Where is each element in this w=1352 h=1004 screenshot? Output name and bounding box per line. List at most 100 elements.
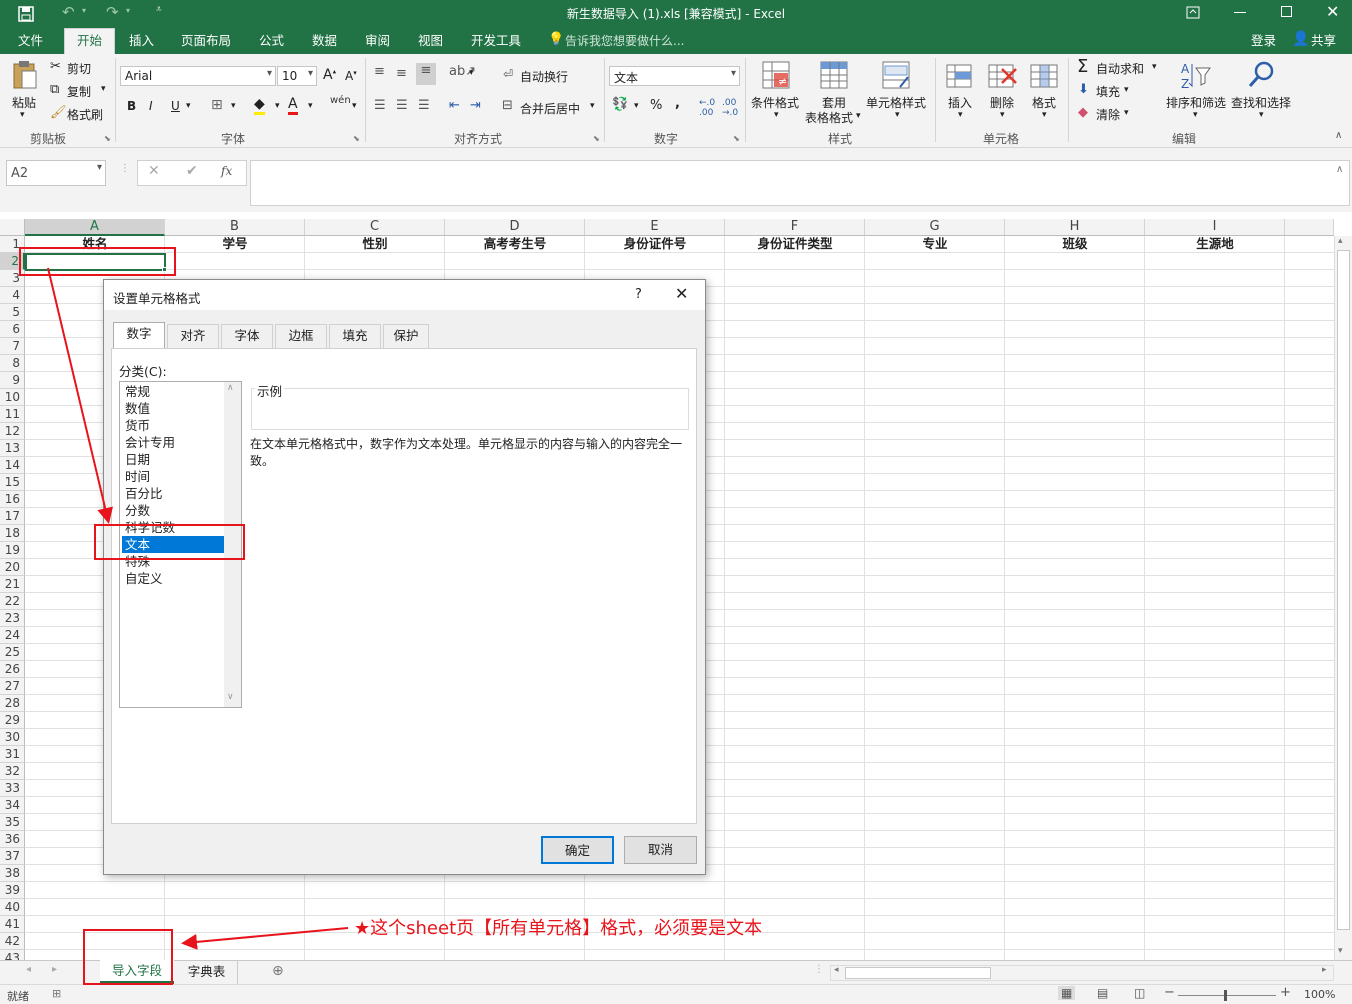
ribbon-display-icon[interactable] [1186, 6, 1200, 19]
row-header-26[interactable]: 26 [0, 661, 25, 678]
fill-color-dropdown-icon[interactable]: ▾ [275, 101, 280, 111]
dialog-tab-3[interactable]: 边框 [275, 324, 327, 348]
category-item[interactable]: 分数 [122, 502, 226, 519]
shrink-font-icon[interactable]: A▾ [345, 69, 357, 83]
insert-cells-dropdown-icon[interactable]: ▾ [958, 110, 963, 120]
tab-insert[interactable]: 插入 [129, 32, 154, 50]
font-color-icon[interactable]: A [288, 96, 298, 115]
category-item[interactable]: 会计专用 [122, 434, 226, 451]
row-header-16[interactable]: 16 [0, 491, 25, 508]
bold-icon[interactable]: B [127, 99, 136, 113]
phonetic-icon[interactable]: wén [330, 95, 351, 106]
row-header-10[interactable]: 10 [0, 389, 25, 406]
add-sheet-icon[interactable]: ⊕ [272, 963, 284, 979]
clear-dropdown-icon[interactable]: ▾ [1124, 108, 1129, 118]
dialog-tab-2[interactable]: 字体 [221, 324, 273, 348]
zoom-in-icon[interactable]: + [1280, 985, 1291, 1000]
clipboard-launcher-icon[interactable]: ⬊ [104, 134, 111, 143]
font-name-combo[interactable]: Arial [120, 66, 276, 86]
select-all-corner[interactable] [0, 219, 25, 236]
orientation-dropdown-icon[interactable]: ▾ [469, 68, 474, 78]
cell-I1[interactable]: 生源地 [1145, 236, 1285, 253]
format-cells-icon[interactable] [1030, 61, 1060, 91]
category-item[interactable]: 货币 [122, 417, 226, 434]
minimize-icon[interactable] [1234, 12, 1246, 13]
row-header-4[interactable]: 4 [0, 287, 25, 304]
wrap-text-icon[interactable]: ⏎ [503, 67, 513, 81]
format-cells-dropdown-icon[interactable]: ▾ [1042, 110, 1047, 120]
insert-cells-icon[interactable] [946, 61, 974, 91]
align-right-icon[interactable]: ☰ [418, 98, 430, 113]
ok-button[interactable]: 确定 [541, 836, 614, 864]
row-header-24[interactable]: 24 [0, 627, 25, 644]
cell-E1[interactable]: 身份证件号 [585, 236, 725, 253]
cut-icon[interactable]: ✂ [50, 59, 61, 74]
row-header-14[interactable]: 14 [0, 457, 25, 474]
sort-filter-icon[interactable]: AZ [1180, 60, 1212, 92]
column-header-G[interactable]: G [865, 219, 1005, 236]
conditional-format-button[interactable]: 条件格式 [751, 94, 799, 111]
column-header-A[interactable]: A [25, 219, 165, 236]
category-item[interactable]: 时间 [122, 468, 226, 485]
dialog-tab-0[interactable]: 数字 [113, 322, 165, 349]
row-header-32[interactable]: 32 [0, 763, 25, 780]
align-top-icon[interactable]: ≡ [374, 64, 385, 79]
row-header-41[interactable]: 41 [0, 916, 25, 933]
row-header-40[interactable]: 40 [0, 899, 25, 916]
category-item[interactable]: 常规 [122, 383, 226, 400]
underline-dropdown-icon[interactable]: ▾ [186, 101, 191, 111]
hscroll-split-icon[interactable]: ⋮ [814, 964, 824, 975]
row-header-38[interactable]: 38 [0, 865, 25, 882]
page-layout-view-icon[interactable]: ▤ [1097, 986, 1108, 1000]
sheet-scroll-next-icon[interactable]: ▸ [52, 964, 57, 975]
category-scroll-down-icon[interactable]: ∨ [227, 692, 234, 702]
category-item[interactable]: 数值 [122, 400, 226, 417]
row-header-31[interactable]: 31 [0, 746, 25, 763]
fill-color-icon[interactable]: ◆ [254, 96, 265, 115]
dialog-tab-1[interactable]: 对齐 [167, 324, 219, 348]
clear-button[interactable]: 清除 [1096, 106, 1120, 123]
row-header-12[interactable]: 12 [0, 423, 25, 440]
borders-dropdown-icon[interactable]: ▾ [231, 101, 236, 111]
align-center-icon[interactable]: ☰ [396, 98, 408, 113]
number-format-combo[interactable]: 文本 [609, 66, 740, 86]
cell-B1[interactable]: 学号 [165, 236, 305, 253]
row-header-37[interactable]: 37 [0, 848, 25, 865]
clear-icon[interactable]: ◆ [1078, 105, 1088, 120]
cell-C1[interactable]: 性别 [305, 236, 445, 253]
row-header-15[interactable]: 15 [0, 474, 25, 491]
category-item[interactable]: 百分比 [122, 485, 226, 502]
copy-icon[interactable]: ⧉ [50, 82, 59, 97]
cell-D1[interactable]: 高考考生号 [445, 236, 585, 253]
row-header-11[interactable]: 11 [0, 406, 25, 423]
autosum-icon[interactable]: Σ [1077, 56, 1088, 77]
tab-home[interactable]: 开始 [64, 28, 116, 54]
page-break-view-icon[interactable]: ◫ [1134, 986, 1145, 1000]
sheet-tab-dictionary[interactable]: 字典表 [176, 961, 238, 984]
paste-dropdown-icon[interactable]: ▾ [20, 110, 25, 120]
hscroll-right-icon[interactable]: ▸ [1322, 965, 1327, 975]
name-box-splitter-icon[interactable]: ⋮ [120, 163, 130, 174]
formula-input[interactable] [250, 160, 1350, 206]
row-header-19[interactable]: 19 [0, 542, 25, 559]
format-as-table-dropdown-icon[interactable]: ▾ [856, 111, 861, 121]
paste-label[interactable]: 粘贴 [12, 94, 36, 111]
format-as-table-icon[interactable] [820, 61, 850, 91]
fill-dropdown-icon[interactable]: ▾ [1124, 85, 1129, 95]
font-color-dropdown-icon[interactable]: ▾ [308, 101, 313, 111]
sort-filter-button[interactable]: 排序和筛选 [1166, 94, 1226, 111]
row-header-33[interactable]: 33 [0, 780, 25, 797]
login-link[interactable]: 登录 [1251, 32, 1276, 50]
merge-center-button[interactable]: 合并后居中 [520, 100, 580, 117]
tab-file[interactable]: 文件 [18, 32, 43, 50]
zoom-level[interactable]: 100% [1304, 988, 1335, 1001]
conditional-format-dropdown-icon[interactable]: ▾ [774, 110, 779, 120]
italic-icon[interactable]: I [149, 99, 153, 113]
find-select-icon[interactable] [1247, 60, 1277, 90]
increase-decimal-icon[interactable]: ←.0.00 [699, 98, 715, 118]
cell-styles-button[interactable]: 单元格样式 [866, 94, 926, 111]
row-header-21[interactable]: 21 [0, 576, 25, 593]
font-size-combo[interactable]: 10 [277, 66, 317, 86]
column-header-H[interactable]: H [1005, 219, 1145, 236]
dialog-help-button[interactable]: ? [635, 287, 642, 302]
